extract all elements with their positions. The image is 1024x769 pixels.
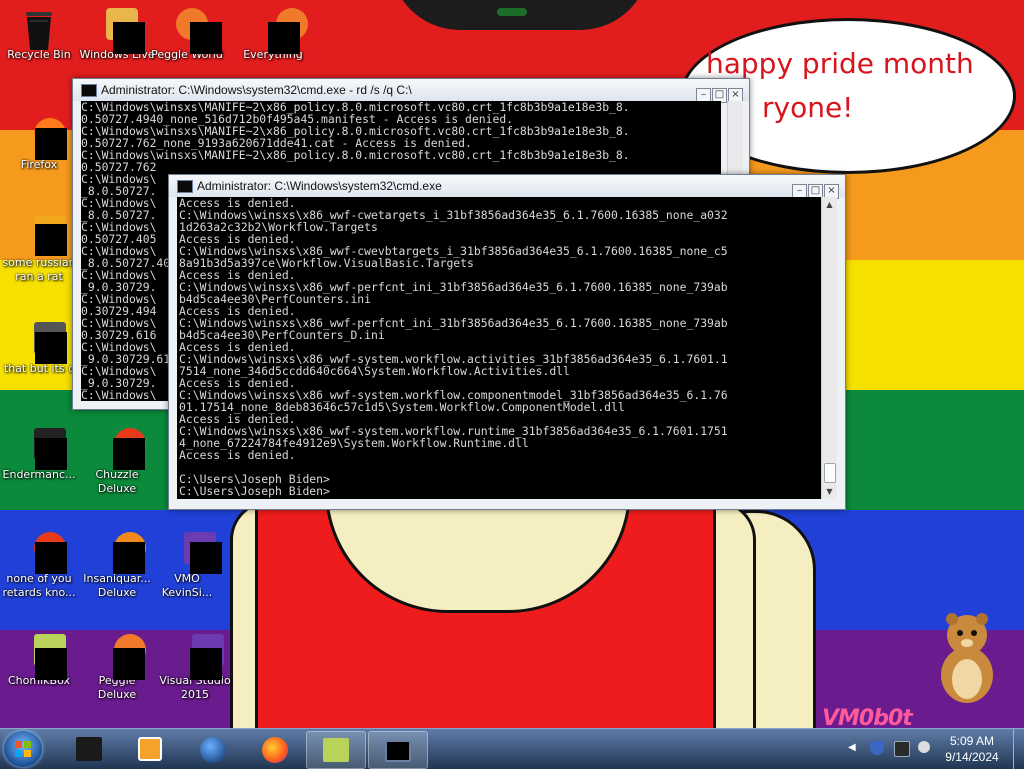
visual-studio-icon <box>176 634 224 680</box>
window-controls: – □ × <box>791 178 839 199</box>
desktop-icon-that-but[interactable]: that but its c <box>0 322 78 376</box>
chuzzle-icon <box>98 428 146 470</box>
window-title: Administrator: C:\Windows\system32\cmd.e… <box>197 179 442 193</box>
desktop-icon-label: none of you retards kno... <box>2 572 76 599</box>
volume-icon[interactable] <box>918 741 930 753</box>
security-shield-icon[interactable] <box>870 741 884 755</box>
show-hidden-icons-icon[interactable]: ◀ <box>848 742 856 753</box>
taskbar-clock[interactable]: 5:09 AM 9/14/2024 <box>932 733 1012 765</box>
start-button[interactable] <box>4 731 42 767</box>
network-icon[interactable] <box>894 741 910 757</box>
cmd-icon <box>81 84 97 97</box>
desktop-icon-label: Chuzzle Deluxe <box>95 468 139 495</box>
taskbar: ◀ 5:09 AM 9/14/2024 <box>0 728 1024 769</box>
desktop-icon-chomikbox[interactable]: ChomikBox <box>0 634 78 688</box>
speech-line-2: ryone! <box>762 91 854 124</box>
windows-logo-icon <box>15 741 31 757</box>
peggle-world-icon <box>168 8 222 54</box>
window-titlebar[interactable]: Administrator: C:\Windows\system32\cmd.e… <box>73 79 749 103</box>
globe-icon <box>200 737 226 763</box>
desktop-icon-insaniquarium[interactable]: Insaniquar... Deluxe <box>78 532 156 600</box>
scroll-thumb[interactable] <box>824 463 836 483</box>
peggle-deluxe-icon <box>98 634 146 680</box>
desktop-icon-windows-live[interactable]: Windows Live <box>78 8 156 62</box>
stack-icon <box>20 322 67 364</box>
everything-icon <box>254 8 308 54</box>
cmd-window-front[interactable]: Administrator: C:\Windows\system32\cmd.e… <box>168 174 846 510</box>
firefox-icon <box>20 118 67 160</box>
desktop-icon-russian-rat[interactable]: some russian ran a rat <box>0 216 78 284</box>
scrollbar[interactable]: ▲ ▼ <box>821 197 837 499</box>
desktop-icon-vmo[interactable]: VMO KevinSi... <box>148 532 226 600</box>
taskbar-button-cmd[interactable] <box>368 731 428 769</box>
shortcut-icon <box>20 216 67 256</box>
chomikbox-icon <box>20 634 67 680</box>
taskbar-button-globe[interactable] <box>184 731 242 767</box>
hamster-icon <box>941 613 993 703</box>
speech-line-1: happy pride month <box>706 47 974 80</box>
recycle-bin-icon <box>20 8 58 50</box>
desktop-icon-visual-studio[interactable]: Visual Studio 2015 <box>156 634 234 702</box>
clock-time: 5:09 AM <box>949 734 995 748</box>
endermanch-icon <box>20 428 67 470</box>
vmo-icon <box>168 532 222 574</box>
scroll-up-arrow-icon[interactable]: ▲ <box>822 197 837 212</box>
desktop-icon-everything[interactable]: Everything <box>234 8 312 62</box>
desktop-icon-label: VMO KevinSi... <box>161 572 213 599</box>
desktop-icon-recycle-bin[interactable]: Recycle Bin <box>0 8 78 62</box>
desktop-icon-label: Insaniquar... Deluxe <box>83 572 151 599</box>
desktop-icon-peggle-deluxe[interactable]: Peggle Deluxe <box>78 634 156 702</box>
window-titlebar[interactable]: Administrator: C:\Windows\system32\cmd.e… <box>169 175 845 199</box>
desktop-icon-chuzzle[interactable]: Chuzzle Deluxe <box>78 428 156 496</box>
taskbar-button-cmd-dark[interactable] <box>60 731 118 767</box>
desktop-icon-label: some russian ran a rat <box>2 256 76 283</box>
taskbar-button-chomikbox[interactable] <box>306 731 366 769</box>
shortcut-icon <box>20 532 67 574</box>
clock-date: 9/14/2024 <box>945 750 999 764</box>
desktop-icon-peggle-world[interactable]: Peggle World <box>148 8 226 62</box>
window-controls: – □ × <box>695 82 743 103</box>
console-output[interactable]: Access is denied. C:\Windows\winsxs\x86_… <box>177 197 821 499</box>
chomikbox-icon <box>323 738 349 762</box>
firefox-icon <box>262 737 288 763</box>
desktop-icon-endermanch[interactable]: Endermanc... <box>0 428 78 482</box>
taskbar-button-firefox[interactable] <box>246 731 304 767</box>
wallpaper-top-dots <box>497 8 527 16</box>
cmd-dark-icon <box>76 737 102 761</box>
scroll-down-arrow-icon[interactable]: ▼ <box>822 484 837 499</box>
media-player-icon <box>138 737 162 761</box>
speech-bubble-text: happy pride month ryone! <box>706 42 1006 130</box>
taskbar-button-media-player[interactable] <box>120 731 178 767</box>
window-title: Administrator: C:\Windows\system32\cmd.e… <box>101 83 412 97</box>
windows-live-icon <box>98 8 145 54</box>
desktop-icon-none-of-you[interactable]: none of you retards kno... <box>0 532 78 600</box>
insaniquarium-icon <box>98 532 146 574</box>
cmd-icon <box>385 740 411 762</box>
desktop-icon-firefox[interactable]: Firefox <box>0 118 78 172</box>
show-desktop-button[interactable] <box>1013 729 1024 769</box>
cmd-icon <box>177 180 193 193</box>
